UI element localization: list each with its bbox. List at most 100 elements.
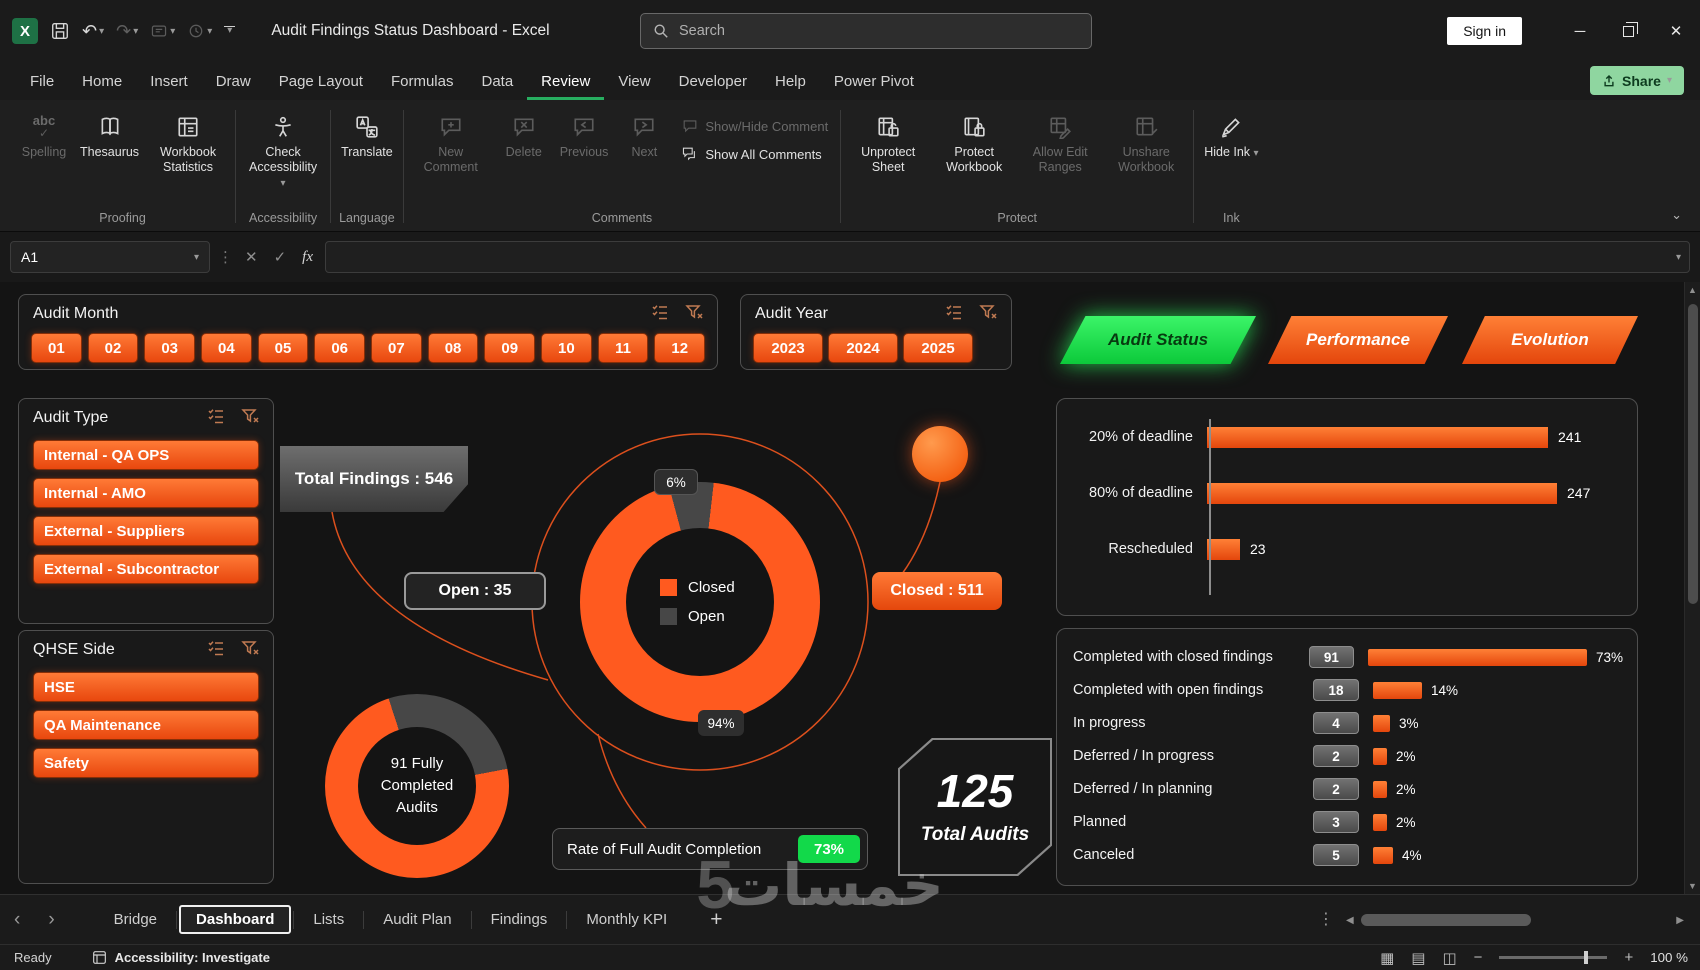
- tab-file[interactable]: File: [16, 62, 68, 100]
- tab-page-layout[interactable]: Page Layout: [265, 62, 377, 100]
- month-button[interactable]: 04: [201, 333, 252, 363]
- qhse-side-button[interactable]: QA Maintenance: [33, 710, 259, 740]
- minimize-button[interactable]: ─: [1556, 0, 1604, 62]
- month-button[interactable]: 08: [427, 333, 479, 363]
- sheet-tab-audit-plan[interactable]: Audit Plan: [366, 905, 468, 934]
- nav-performance-button[interactable]: Performance: [1268, 316, 1448, 364]
- share-button[interactable]: Share ▾: [1590, 66, 1684, 95]
- search-input[interactable]: [679, 23, 1079, 39]
- nav-evolution-button[interactable]: Evolution: [1462, 316, 1638, 364]
- month-button[interactable]: 11: [597, 333, 649, 363]
- page-layout-view-button[interactable]: ▤: [1411, 949, 1425, 967]
- tab-help[interactable]: Help: [761, 62, 820, 100]
- tab-data[interactable]: Data: [467, 62, 527, 100]
- protect-workbook-button[interactable]: Protect Workbook: [933, 102, 1015, 175]
- show-all-comments-button[interactable]: Show All Comments: [682, 146, 828, 162]
- tab-developer[interactable]: Developer: [665, 62, 761, 100]
- zoom-level-button[interactable]: 100 %: [1650, 950, 1688, 965]
- vertical-scrollbar[interactable]: ▲ ▼: [1684, 282, 1700, 894]
- audit-type-button[interactable]: Internal - AMO: [33, 478, 259, 508]
- sheet-tab-lists[interactable]: Lists: [296, 905, 361, 934]
- sheet-scroll-right-button[interactable]: ›: [34, 909, 68, 931]
- count-badge: 18: [1313, 679, 1359, 701]
- horizontal-scrollbar-thumb[interactable]: [1360, 914, 1531, 926]
- cancel-formula-button[interactable]: ✕: [241, 248, 262, 266]
- month-button[interactable]: 05: [257, 333, 309, 363]
- normal-view-button[interactable]: ▦: [1380, 949, 1394, 967]
- thesaurus-button[interactable]: Thesaurus: [76, 102, 143, 160]
- zoom-slider-thumb[interactable]: [1583, 951, 1588, 964]
- tab-insert[interactable]: Insert: [136, 62, 202, 100]
- month-button[interactable]: 06: [314, 333, 366, 363]
- scroll-right-icon[interactable]: ▶: [1676, 915, 1684, 926]
- sheet-tab-menu-button[interactable]: ⋮: [1318, 909, 1334, 929]
- tab-power-pivot[interactable]: Power Pivot: [820, 62, 928, 100]
- month-button[interactable]: 01: [31, 333, 82, 363]
- clear-filter-button[interactable]: [241, 407, 259, 428]
- close-button[interactable]: ✕: [1652, 0, 1700, 62]
- tab-formulas[interactable]: Formulas: [377, 62, 468, 100]
- horizontal-scrollbar[interactable]: ◀ ▶: [1346, 910, 1684, 930]
- month-button[interactable]: 07: [371, 333, 422, 363]
- multi-select-button[interactable]: [945, 303, 963, 324]
- customize-quick-access-button[interactable]: ▾: [224, 25, 236, 36]
- month-button[interactable]: 12: [654, 333, 706, 363]
- close-icon: ✕: [1669, 23, 1683, 40]
- restore-button[interactable]: [1604, 0, 1652, 62]
- zoom-slider[interactable]: [1499, 951, 1608, 964]
- tab-home[interactable]: Home: [68, 62, 136, 100]
- bar-value-label: 247: [1567, 485, 1591, 501]
- sheet-scroll-left-button[interactable]: ‹: [0, 909, 34, 931]
- month-button[interactable]: 02: [87, 333, 139, 363]
- insert-function-button[interactable]: fx: [298, 249, 317, 266]
- workbook-statistics-button[interactable]: Workbook Statistics: [147, 102, 229, 175]
- search-bar[interactable]: [640, 13, 1092, 49]
- tab-draw[interactable]: Draw: [202, 62, 265, 100]
- sheet-tab-findings[interactable]: Findings: [474, 905, 565, 934]
- clear-filter-button[interactable]: [241, 639, 259, 660]
- qhse-side-button[interactable]: Safety: [33, 748, 259, 778]
- enter-formula-button[interactable]: ✓: [270, 248, 291, 266]
- multi-select-button[interactable]: [651, 303, 669, 324]
- qhse-side-button[interactable]: HSE: [33, 672, 259, 702]
- formula-input[interactable]: ▾: [324, 241, 1690, 273]
- save-button[interactable]: [50, 21, 70, 41]
- zoom-out-button[interactable]: −: [1474, 949, 1483, 966]
- multi-select-button[interactable]: [207, 407, 225, 428]
- collapse-ribbon-button[interactable]: ⌄: [1671, 207, 1682, 223]
- month-button[interactable]: 09: [484, 333, 536, 363]
- audit-type-button[interactable]: External - Suppliers: [33, 516, 259, 546]
- vertical-scrollbar-thumb[interactable]: [1688, 304, 1698, 604]
- undo-button[interactable]: ↶ ▾: [82, 21, 104, 42]
- name-box[interactable]: A1 ▾: [10, 241, 210, 273]
- accessibility-status[interactable]: Accessibility: Investigate: [92, 950, 270, 965]
- nav-audit-status-button[interactable]: Audit Status: [1060, 316, 1256, 364]
- tab-view[interactable]: View: [604, 62, 664, 100]
- scroll-up-icon[interactable]: ▲: [1685, 285, 1700, 295]
- check-accessibility-button[interactable]: Check Accessibility ▾: [242, 102, 324, 189]
- tab-review[interactable]: Review: [527, 62, 604, 100]
- page-break-view-button[interactable]: ◫: [1442, 949, 1456, 967]
- audit-type-button[interactable]: Internal - QA OPS: [33, 440, 259, 470]
- multi-select-button[interactable]: [207, 639, 225, 660]
- scroll-left-icon[interactable]: ◀: [1346, 915, 1354, 926]
- year-button[interactable]: 2025: [903, 333, 973, 363]
- translate-button[interactable]: Translate: [337, 102, 397, 160]
- unprotect-sheet-button[interactable]: Unprotect Sheet: [847, 102, 929, 175]
- zoom-in-button[interactable]: +: [1624, 949, 1633, 966]
- audit-month-title: Audit Month: [33, 304, 119, 322]
- month-button[interactable]: 03: [144, 333, 196, 363]
- year-button[interactable]: 2024: [828, 333, 898, 363]
- clear-filter-button[interactable]: [685, 303, 703, 324]
- sheet-tab-dashboard[interactable]: Dashboard: [179, 905, 292, 934]
- hide-ink-button[interactable]: Hide Ink ▾: [1200, 102, 1262, 160]
- scroll-down-icon[interactable]: ▼: [1685, 881, 1700, 891]
- sheet-tab-bridge[interactable]: Bridge: [97, 905, 174, 934]
- year-button[interactable]: 2023: [753, 333, 823, 363]
- audit-type-button[interactable]: External - Subcontractor: [33, 554, 259, 584]
- month-button[interactable]: 10: [541, 333, 592, 363]
- add-sheet-button[interactable]: +: [710, 908, 722, 932]
- clear-filter-button[interactable]: [979, 303, 997, 324]
- sheet-tab-monthly-kpi[interactable]: Monthly KPI: [569, 905, 684, 934]
- sign-in-button[interactable]: Sign in: [1447, 17, 1522, 45]
